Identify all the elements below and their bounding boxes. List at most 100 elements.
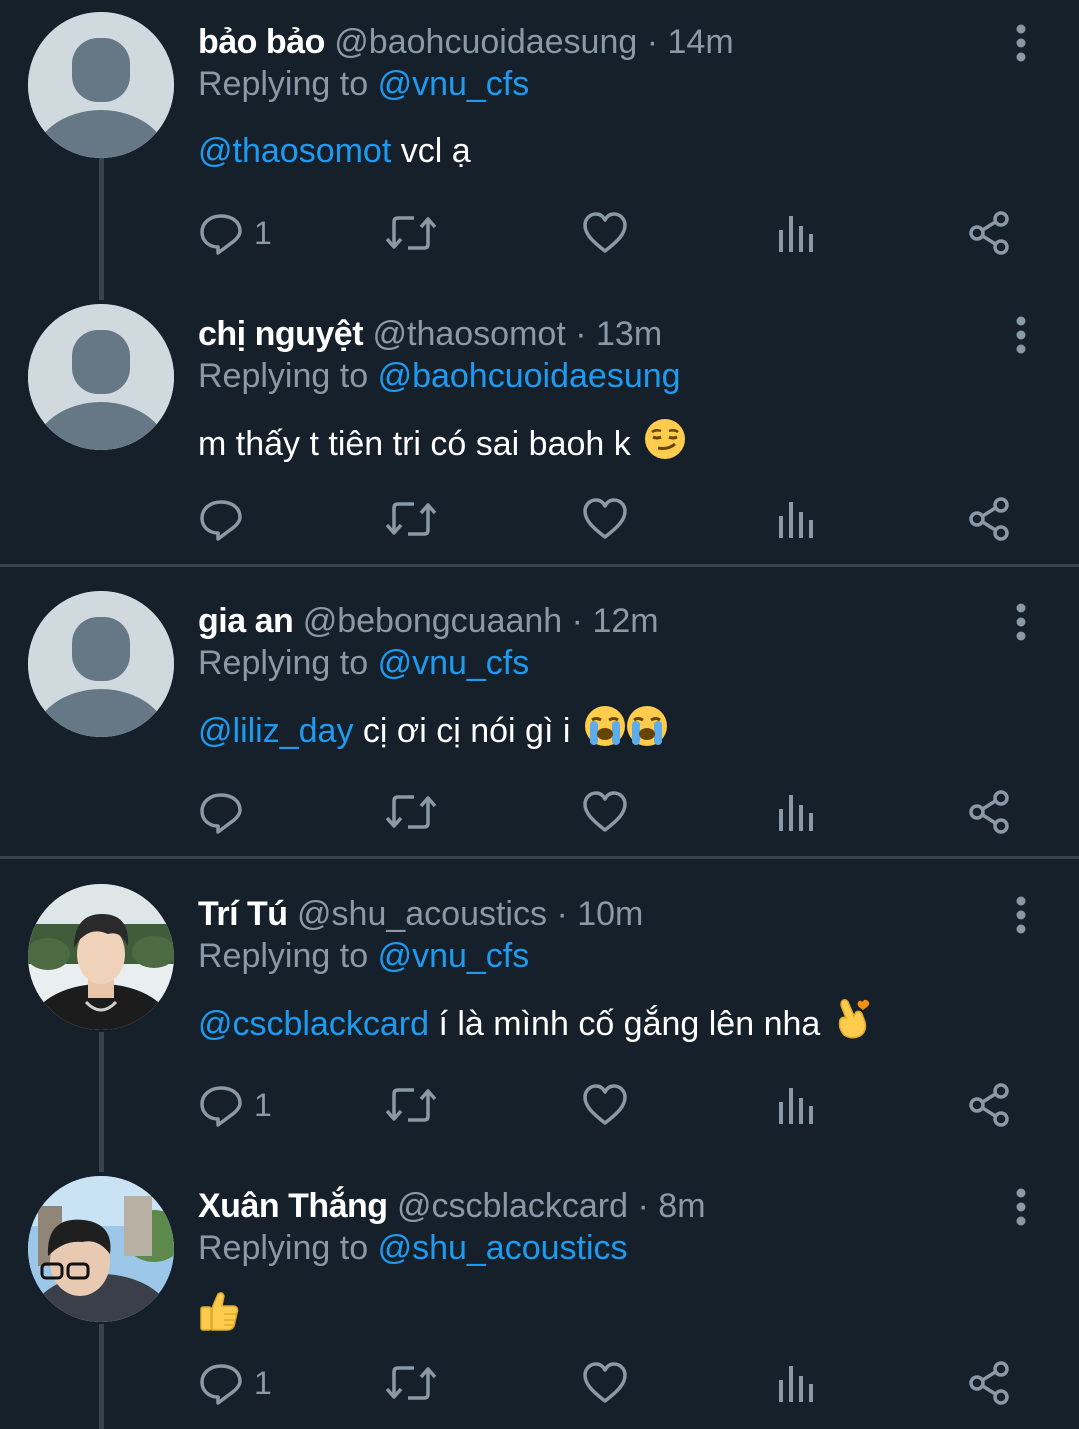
more-options-icon[interactable] [1006,896,1036,936]
retweet-icon [386,216,436,250]
views-button[interactable] [776,208,816,258]
display-name[interactable]: gia an [198,602,294,640]
analytics-icon [779,1088,813,1124]
user-handle[interactable]: @cscblackcard [397,1187,628,1225]
replying-to-link[interactable]: @vnu_cfs [378,644,530,682]
views-button[interactable] [776,494,816,544]
avatar[interactable] [28,1176,174,1322]
mention-link[interactable]: @liliz_day [198,712,353,750]
avatar[interactable] [28,591,174,737]
replying-to-label: Replying to [198,357,369,395]
replying-to-label: Replying to [198,644,369,682]
replying-to-link[interactable]: @vnu_cfs [378,65,530,103]
user-handle[interactable]: @shu_acoustics [297,895,547,933]
views-button[interactable] [776,1358,816,1408]
timestamp: 8m [658,1187,706,1225]
more-options-icon[interactable] [1006,316,1036,356]
display-name[interactable]: Xuân Thắng [198,1187,388,1225]
tweet-text: @liliz_day cị ơi cị nói gì i [198,705,668,761]
retweet-button[interactable] [386,494,436,544]
like-button[interactable] [582,494,628,544]
avatar[interactable] [28,884,174,1030]
separator-dot: · [571,602,583,640]
avatar[interactable] [28,12,174,158]
tweet-actions [198,787,1028,837]
mention-link[interactable]: @thaosomot [198,132,391,170]
reply-count: 1 [254,214,272,251]
analytics-icon [779,216,813,252]
display-name[interactable]: bảo bảo [198,23,325,61]
reply-button[interactable]: 1 [198,208,272,258]
tweet[interactable]: chị nguyệt @thaosomot · 13m Replying to … [0,304,1079,560]
tweet-header: Xuân Thắng @cscblackcard · 8m [198,1182,706,1230]
reply-icon [200,1364,242,1405]
replying-to-link[interactable]: @vnu_cfs [378,937,530,975]
thumbs-up-emoji [198,1290,240,1346]
reply-button[interactable] [198,494,254,544]
tweet-header: gia an @bebongcuaanh · 12m [198,597,659,645]
heart-icon [583,1084,627,1125]
more-options-icon[interactable] [1006,1188,1036,1228]
timestamp: 10m [577,895,644,933]
retweet-icon [386,1366,436,1400]
share-button[interactable] [968,787,1010,837]
tweet[interactable]: gia an @bebongcuaanh · 12m Replying to @… [0,591,1079,847]
views-button[interactable] [776,1080,816,1130]
loudly-crying-face-emoji [584,705,626,761]
retweet-button[interactable] [386,1358,436,1408]
more-options-icon[interactable] [1006,603,1036,643]
tweet[interactable]: bảo bảo @baohcuoidaesung · 14m Replying … [0,12,1079,278]
heart-icon [583,1362,627,1403]
mention-link[interactable]: @cscblackcard [198,1005,429,1043]
like-button[interactable] [582,1358,628,1408]
reply-icon [200,500,242,541]
user-handle[interactable]: @baohcuoidaesung [334,23,637,61]
more-options-icon[interactable] [1006,24,1036,64]
separator-dot: · [556,895,568,933]
heart-icon [583,212,627,253]
tweet[interactable]: Xuân Thắng @cscblackcard · 8m Replying t… [0,1176,1079,1429]
tweet-header: Trí Tú @shu_acoustics · 10m [198,890,643,938]
reply-button[interactable]: 1 [198,1358,272,1408]
tweet-text: m thấy t tiên tri có sai baoh k [198,418,686,474]
display-name[interactable]: chị nguyệt [198,315,364,353]
tweet-text: @thaosomot vcl ạ [198,126,471,176]
tweet[interactable]: Trí Tú @shu_acoustics · 10m Replying to … [0,884,1079,1140]
retweet-icon [386,1088,436,1122]
tweet-header: bảo bảo @baohcuoidaesung · 14m [198,18,734,66]
reply-button[interactable]: 1 [198,1080,272,1130]
separator-dot: · [646,23,659,61]
reply-icon [200,1086,242,1127]
loudly-crying-face-emoji [626,705,668,761]
user-handle[interactable]: @thaosomot [372,315,565,353]
smirking-face-emoji [644,418,686,474]
share-icon [969,1083,1009,1127]
reply-button[interactable] [198,787,254,837]
tweet-actions: 1 [198,1080,1028,1130]
avatar[interactable] [28,304,174,450]
replying-to-link[interactable]: @baohcuoidaesung [378,357,681,395]
share-icon [969,211,1009,255]
retweet-button[interactable] [386,1080,436,1130]
retweet-button[interactable] [386,787,436,837]
like-button[interactable] [582,1080,628,1130]
like-button[interactable] [582,787,628,837]
replying-to-link[interactable]: @shu_acoustics [378,1229,628,1267]
retweet-icon [386,502,436,536]
display-name[interactable]: Trí Tú [198,895,288,933]
like-button[interactable] [582,208,628,258]
tweet-header: chị nguyệt @thaosomot · 13m [198,310,662,358]
timestamp: 12m [592,602,659,640]
timestamp: 14m [667,23,734,61]
views-button[interactable] [776,787,816,837]
share-button[interactable] [968,494,1010,544]
share-button[interactable] [968,208,1010,258]
replying-to-label: Replying to [198,65,369,103]
analytics-icon [779,1366,813,1402]
share-button[interactable] [968,1358,1010,1408]
share-button[interactable] [968,1080,1010,1130]
share-icon [969,790,1009,834]
user-handle[interactable]: @bebongcuaanh [303,602,563,640]
retweet-button[interactable] [386,208,436,258]
analytics-icon [779,795,813,831]
